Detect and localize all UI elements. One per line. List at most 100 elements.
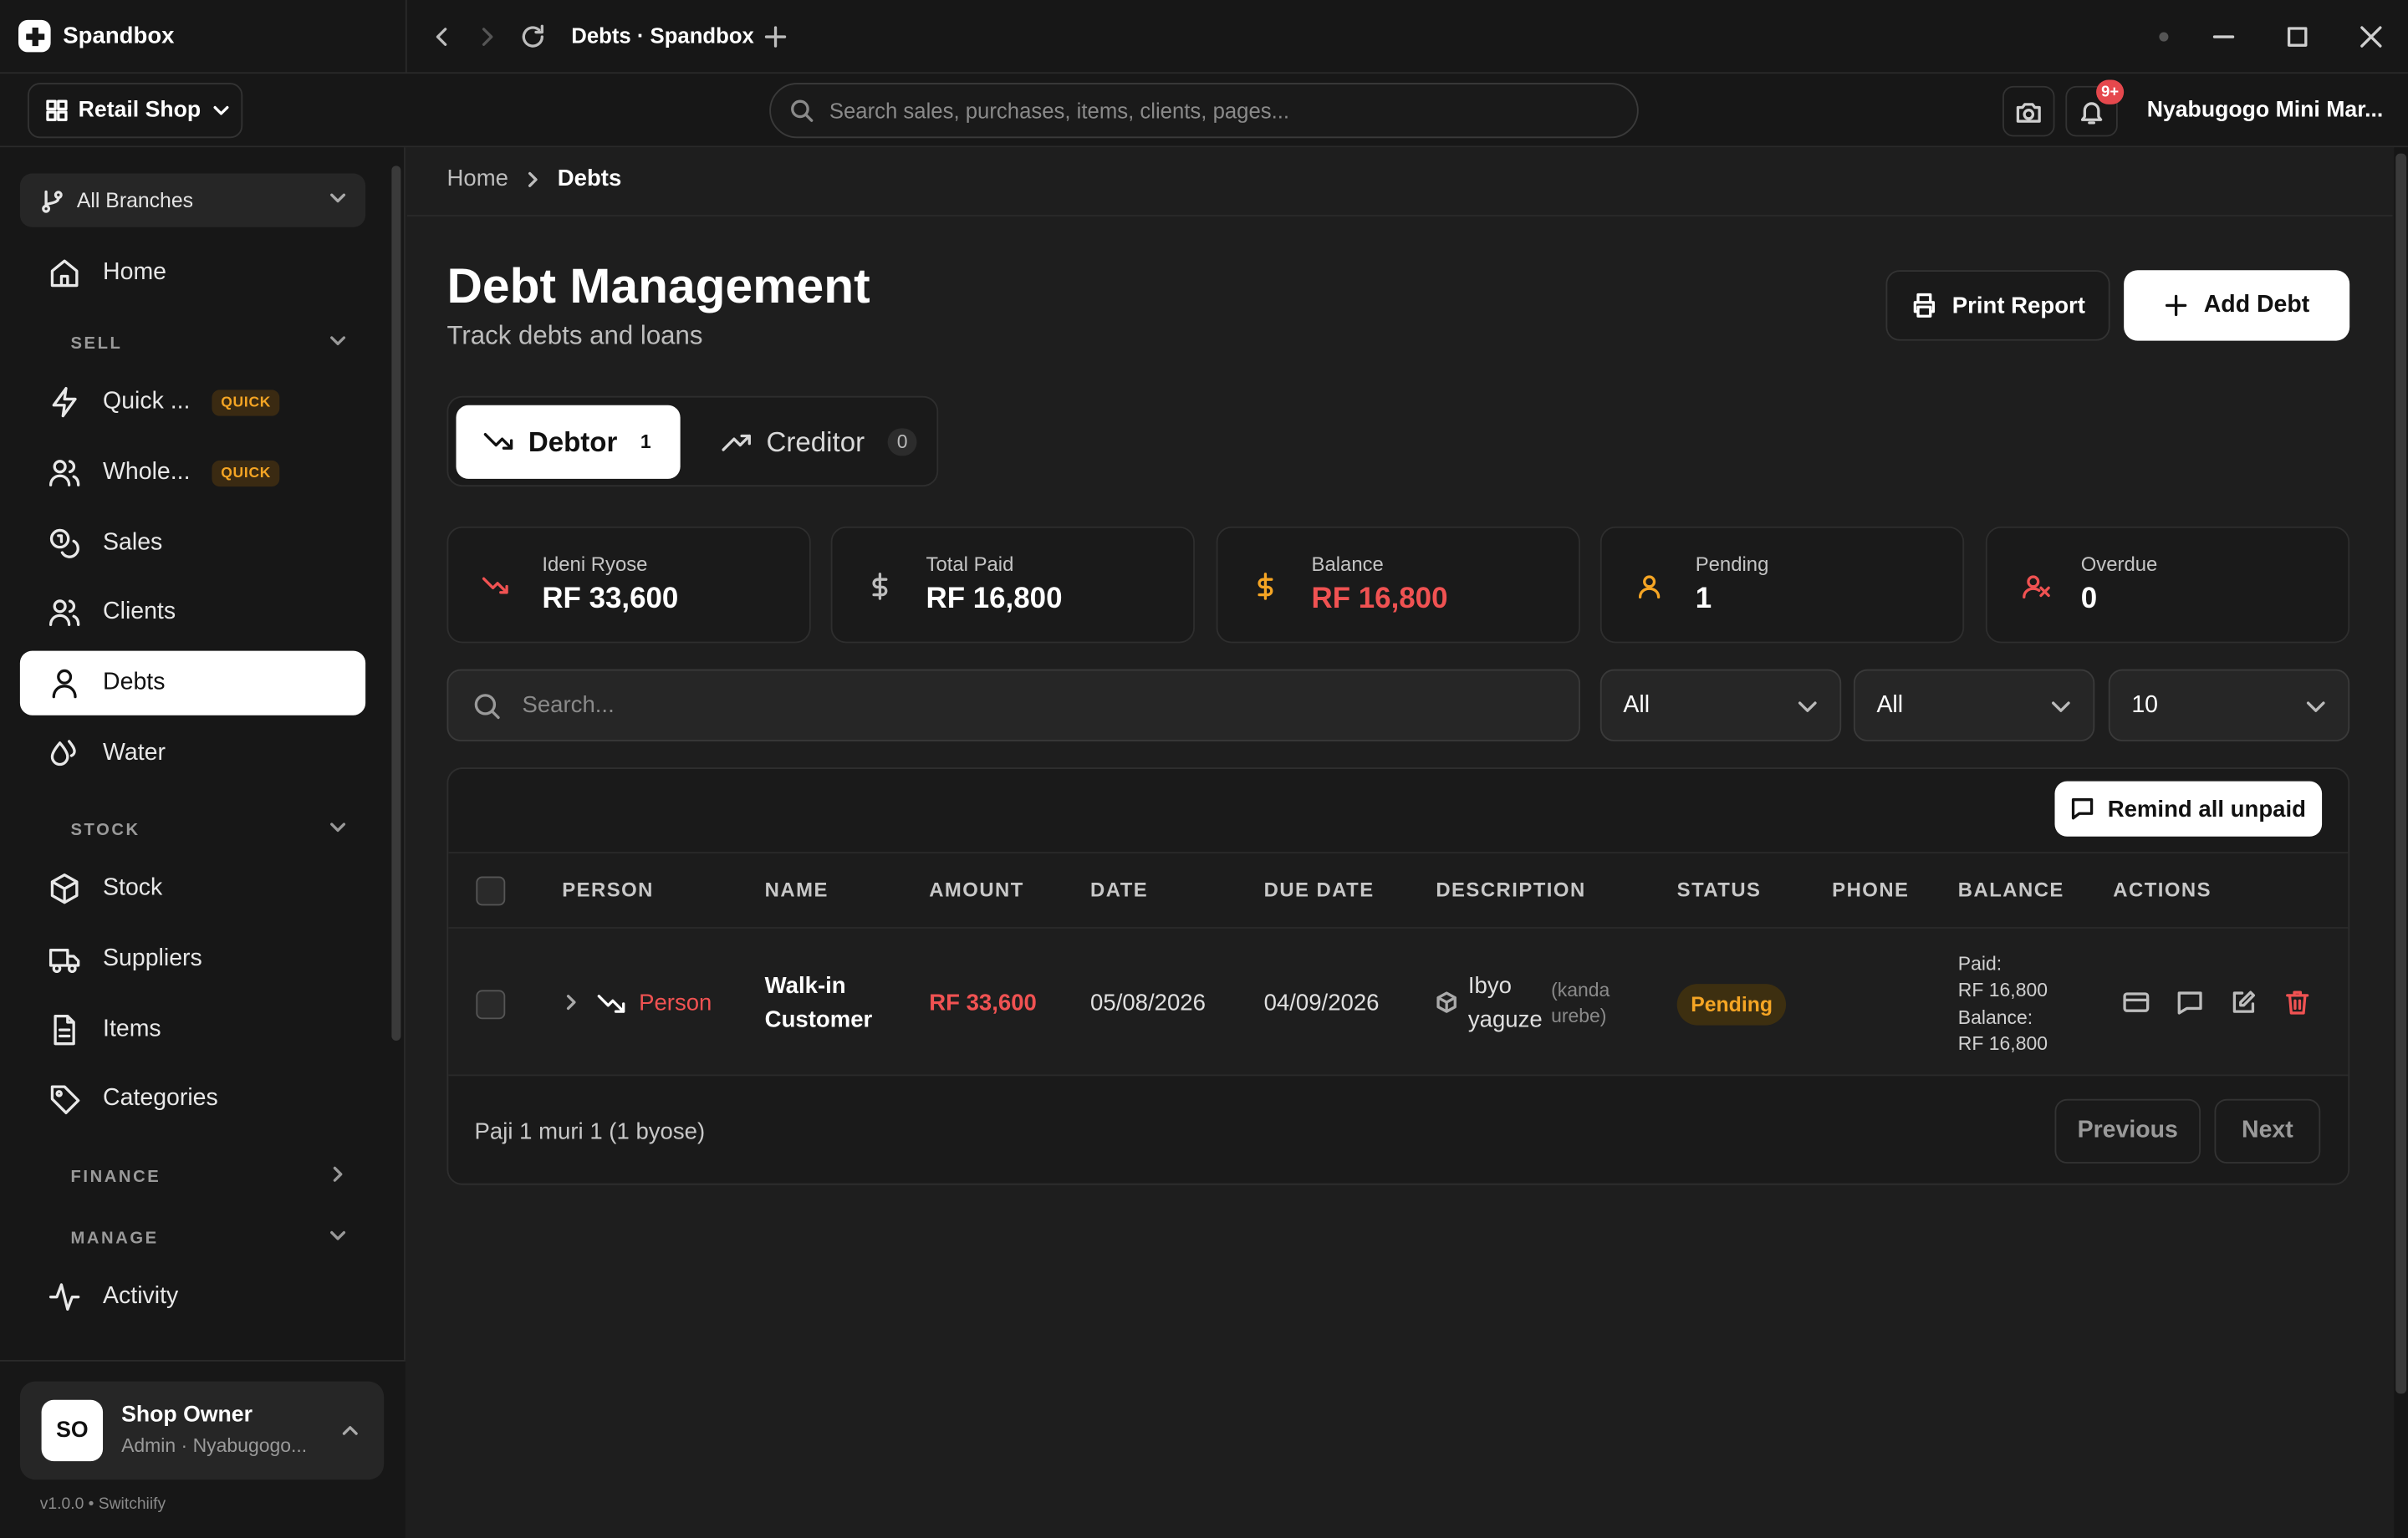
stat-label: Balance (1311, 553, 1384, 576)
page-size-select[interactable]: 10 (2108, 669, 2350, 741)
expand-row-icon[interactable] (562, 991, 580, 1013)
stat-value: RF 16,800 (926, 583, 1063, 616)
credit-card-icon[interactable] (2122, 989, 2150, 1016)
sidebar-item-stock[interactable]: Stock (20, 857, 365, 921)
camera-button[interactable] (2002, 85, 2055, 137)
section-label: FINANCE (70, 1168, 161, 1187)
chevron-down-icon (212, 101, 230, 120)
chevron-down-icon (329, 1226, 347, 1245)
sidebar-item-clients[interactable]: Clients (20, 580, 365, 644)
sidebar-item-suppliers[interactable]: Suppliers (20, 927, 365, 991)
type-filter-select[interactable]: All (1853, 669, 2095, 741)
sidebar-item-label: Quick ... (103, 388, 191, 415)
dollar-icon (1252, 573, 1279, 600)
trending-up-icon (722, 428, 752, 456)
users-icon (48, 456, 81, 489)
table-row[interactable] (448, 928, 2349, 1077)
cell-description-note1: (kanda (1551, 979, 1610, 1001)
remind-all-unpaid-button[interactable]: Remind all unpaid (2054, 781, 2323, 837)
stat-label: Total Paid (926, 553, 1014, 576)
page-title: Debt Management (446, 257, 870, 313)
col-header-description[interactable]: DESCRIPTION (1436, 878, 1585, 901)
search-icon (473, 691, 501, 719)
cell-name-line1: Walk-in (764, 973, 846, 1000)
global-search-input[interactable] (829, 98, 1598, 123)
breadcrumb-bar (406, 147, 2393, 216)
stat-label: Overdue (2080, 553, 2158, 576)
printer-icon (1911, 292, 1938, 319)
next-page-button[interactable]: Next (2214, 1098, 2321, 1164)
maximize-icon[interactable] (2285, 23, 2309, 51)
col-header-phone[interactable]: PHONE (1832, 878, 1909, 901)
select-all-checkbox[interactable] (476, 876, 506, 906)
print-report-button[interactable]: Print Report (1885, 270, 2110, 341)
stat-value: 0 (2080, 583, 2098, 616)
user-menu[interactable]: SO Shop Owner Admin · Nyabugogo... (19, 1381, 385, 1480)
breadcrumb-home[interactable]: Home (446, 166, 508, 191)
user-x-icon (2021, 573, 2052, 600)
stat-value: 1 (1695, 583, 1712, 616)
tab-title[interactable]: Debts · Spandbox (571, 23, 754, 48)
sidebar-item-label: Suppliers (103, 945, 202, 972)
tab-creditor[interactable]: Creditor 0 (694, 405, 925, 479)
sidebar-item-activity[interactable]: Activity (20, 1265, 365, 1329)
sidebar-item-water[interactable]: Water (20, 721, 365, 786)
message-icon[interactable] (2176, 989, 2204, 1016)
cell-person[interactable]: Person (639, 990, 712, 1016)
back-icon[interactable] (431, 22, 453, 53)
section-stock[interactable]: STOCK (70, 821, 347, 839)
col-header-balance[interactable]: BALANCE (1958, 878, 2064, 901)
col-header-name[interactable]: NAME (765, 878, 829, 901)
table-search-input[interactable] (522, 692, 1536, 719)
sidebar-item-label: Activity (103, 1283, 179, 1310)
main-scrollbar[interactable] (2395, 153, 2407, 1394)
shop-selector[interactable]: Retail Shop (28, 83, 243, 139)
quick-badge: QUICK (212, 459, 281, 486)
grid-icon (46, 99, 68, 121)
cell-date: 05/08/2026 (1090, 990, 1206, 1016)
stat-label: Pending (1695, 553, 1769, 576)
box-icon (48, 872, 81, 905)
sidebar-item-wholesale[interactable]: Whole... QUICK (20, 441, 365, 505)
chevron-down-icon (329, 189, 347, 207)
forward-icon[interactable] (476, 22, 497, 53)
tab-debtor[interactable]: Debtor 1 (456, 405, 681, 479)
row-checkbox[interactable] (476, 990, 506, 1020)
add-debt-button[interactable]: Add Debt (2124, 270, 2350, 341)
chevron-right-icon (523, 170, 542, 188)
sidebar-item-debts[interactable]: Debts (19, 650, 366, 716)
section-manage[interactable]: MANAGE (70, 1230, 347, 1248)
sidebar-item-categories[interactable]: Categories (20, 1067, 365, 1131)
new-tab-icon[interactable] (763, 22, 788, 53)
section-finance[interactable]: FINANCE (70, 1166, 347, 1187)
sidebar-item-quick-sale[interactable]: Quick ... QUICK (20, 370, 365, 435)
branch-selector[interactable]: All Branches (19, 173, 366, 227)
col-header-due-date[interactable]: DUE DATE (1264, 878, 1375, 901)
status-filter-select[interactable]: All (1599, 669, 1842, 741)
sidebar-item-sales[interactable]: Sales (20, 511, 365, 575)
table-search[interactable] (446, 669, 1580, 741)
reload-icon[interactable] (519, 22, 547, 53)
cell-amount: RF 33,600 (929, 990, 1037, 1016)
trash-icon[interactable] (2283, 989, 2311, 1016)
sidebar-item-label: Categories (103, 1085, 218, 1112)
tab-label: Debtor (528, 425, 618, 457)
col-header-person[interactable]: PERSON (562, 878, 654, 901)
sidebar-item-home[interactable]: Home (20, 241, 365, 305)
col-header-status[interactable]: STATUS (1677, 878, 1762, 901)
edit-icon[interactable] (2230, 989, 2258, 1016)
sidebar-scrollbar[interactable] (391, 166, 401, 1041)
minimize-icon[interactable] (2212, 23, 2236, 51)
users-icon (48, 595, 81, 629)
sidebar-item-items[interactable]: Items (20, 998, 365, 1062)
trending-down-icon (483, 428, 515, 456)
org-name[interactable]: Nyabugogo Mini Mar... (2147, 99, 2393, 123)
close-window-icon[interactable] (2359, 23, 2383, 51)
global-search[interactable] (769, 83, 1639, 139)
section-sell[interactable]: SELL (70, 334, 347, 353)
previous-page-button[interactable]: Previous (2054, 1098, 2201, 1164)
col-header-amount[interactable]: AMOUNT (929, 878, 1024, 901)
shop-selector-label: Retail Shop (78, 98, 202, 123)
stat-card-balance: Balance RF 16,800 (1216, 526, 1580, 644)
col-header-date[interactable]: DATE (1090, 878, 1148, 901)
